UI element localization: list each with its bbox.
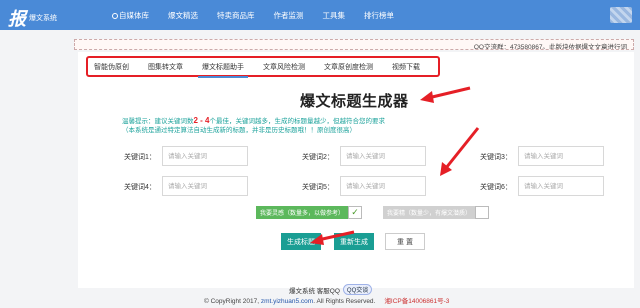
option-inspiration-label: 我要灵感（数量多，以做参考） <box>256 206 349 219</box>
media-icon <box>112 12 118 19</box>
keyword-input-6[interactable] <box>518 176 604 196</box>
top-navbar: 报 爆文系统 自媒体库 爆文精选 特卖商品库 作者监测 工具集 排行榜单 <box>0 0 640 30</box>
tip-text: 温馨提示：建议关键词数2 - 4个最佳，关键词越多，生成的标题量越少，但越符合您… <box>122 116 386 134</box>
tab-title-assistant[interactable]: 爆文标题助手 <box>198 62 248 78</box>
tool-tabs: 智能伪原创 图集转文章 爆文标题助手 文章风险检测 文章原创度检测 视频下载 <box>86 56 440 78</box>
tab-gallery-to-article[interactable]: 图集转文章 <box>148 62 183 72</box>
keyword-input-4[interactable] <box>162 176 248 196</box>
page-title: 爆文标题生成器 <box>300 93 409 110</box>
option-precise-checkbox[interactable] <box>475 206 490 219</box>
footer-contact: 爆文系统 客服QQ QQ交谈 <box>289 284 373 295</box>
keyword-input-3[interactable] <box>518 146 604 166</box>
generate-button[interactable]: 生成标题 <box>281 233 321 250</box>
keyword-label-3: 关键词3： <box>480 154 512 161</box>
main-panel <box>78 52 634 288</box>
nav-item-rankings[interactable]: 排行榜单 <box>364 10 394 21</box>
footer-icp-link[interactable]: 湘ICP备14006861号-3 <box>384 298 449 305</box>
brand-subtitle: 爆文系统 <box>29 15 57 22</box>
nav-menu: 自媒体库 爆文精选 特卖商品库 作者监测 工具集 排行榜单 <box>112 0 413 30</box>
keyword-label-2: 关键词2： <box>302 154 334 161</box>
keyword-label-6: 关键词6： <box>480 184 512 191</box>
qq-chat-badge[interactable]: QQ交谈 <box>342 284 373 295</box>
nav-item-author-monitor[interactable]: 作者监测 <box>274 10 304 21</box>
brand-logo[interactable]: 报 爆文系统 <box>8 5 57 31</box>
option-inspiration-checkbox[interactable]: ✓ <box>348 206 363 219</box>
nav-item-media-library[interactable]: 自媒体库 <box>112 10 149 21</box>
option-precise[interactable]: 我要精（数量少，有爆文潜质） <box>383 206 490 219</box>
keyword-label-1: 关键词1： <box>124 154 156 161</box>
option-precise-label: 我要精（数量少，有爆文潜质） <box>383 206 476 219</box>
notice-text: QQ交流群：473580867。此版块依据爆文文章进行词 <box>473 44 627 50</box>
keyword-label-5: 关键词5： <box>302 184 334 191</box>
footer-domain-link[interactable]: zmt.yizhuan5.com <box>261 298 313 305</box>
option-inspiration[interactable]: 我要灵感（数量多，以做参考） ✓ <box>256 206 363 219</box>
tab-video-download[interactable]: 视频下载 <box>392 62 420 72</box>
reset-button[interactable]: 重 置 <box>385 233 425 250</box>
nav-item-featured[interactable]: 爆文精选 <box>168 10 198 21</box>
logo-icon: 报 <box>8 9 26 30</box>
keyword-input-2[interactable] <box>340 146 426 166</box>
tab-pseudo-original[interactable]: 智能伪原创 <box>94 62 129 72</box>
keyword-label-4: 关键词4： <box>124 184 156 191</box>
nav-item-tools[interactable]: 工具集 <box>323 10 346 21</box>
tab-originality-check[interactable]: 文章原创度检测 <box>324 62 373 72</box>
footer-copyright: © CopyRight 2017, zmt.yizhuan5.com. All … <box>204 298 450 305</box>
avatar[interactable] <box>610 7 632 23</box>
notice-bar: QQ交流群：473580867。此版块依据爆文文章进行词 <box>74 39 634 50</box>
regenerate-button[interactable]: 重新生成 <box>334 233 374 250</box>
keyword-input-5[interactable] <box>340 176 426 196</box>
keyword-input-1[interactable] <box>162 146 248 166</box>
tab-risk-check[interactable]: 文章风险检测 <box>263 62 305 72</box>
nav-item-products[interactable]: 特卖商品库 <box>217 10 255 21</box>
